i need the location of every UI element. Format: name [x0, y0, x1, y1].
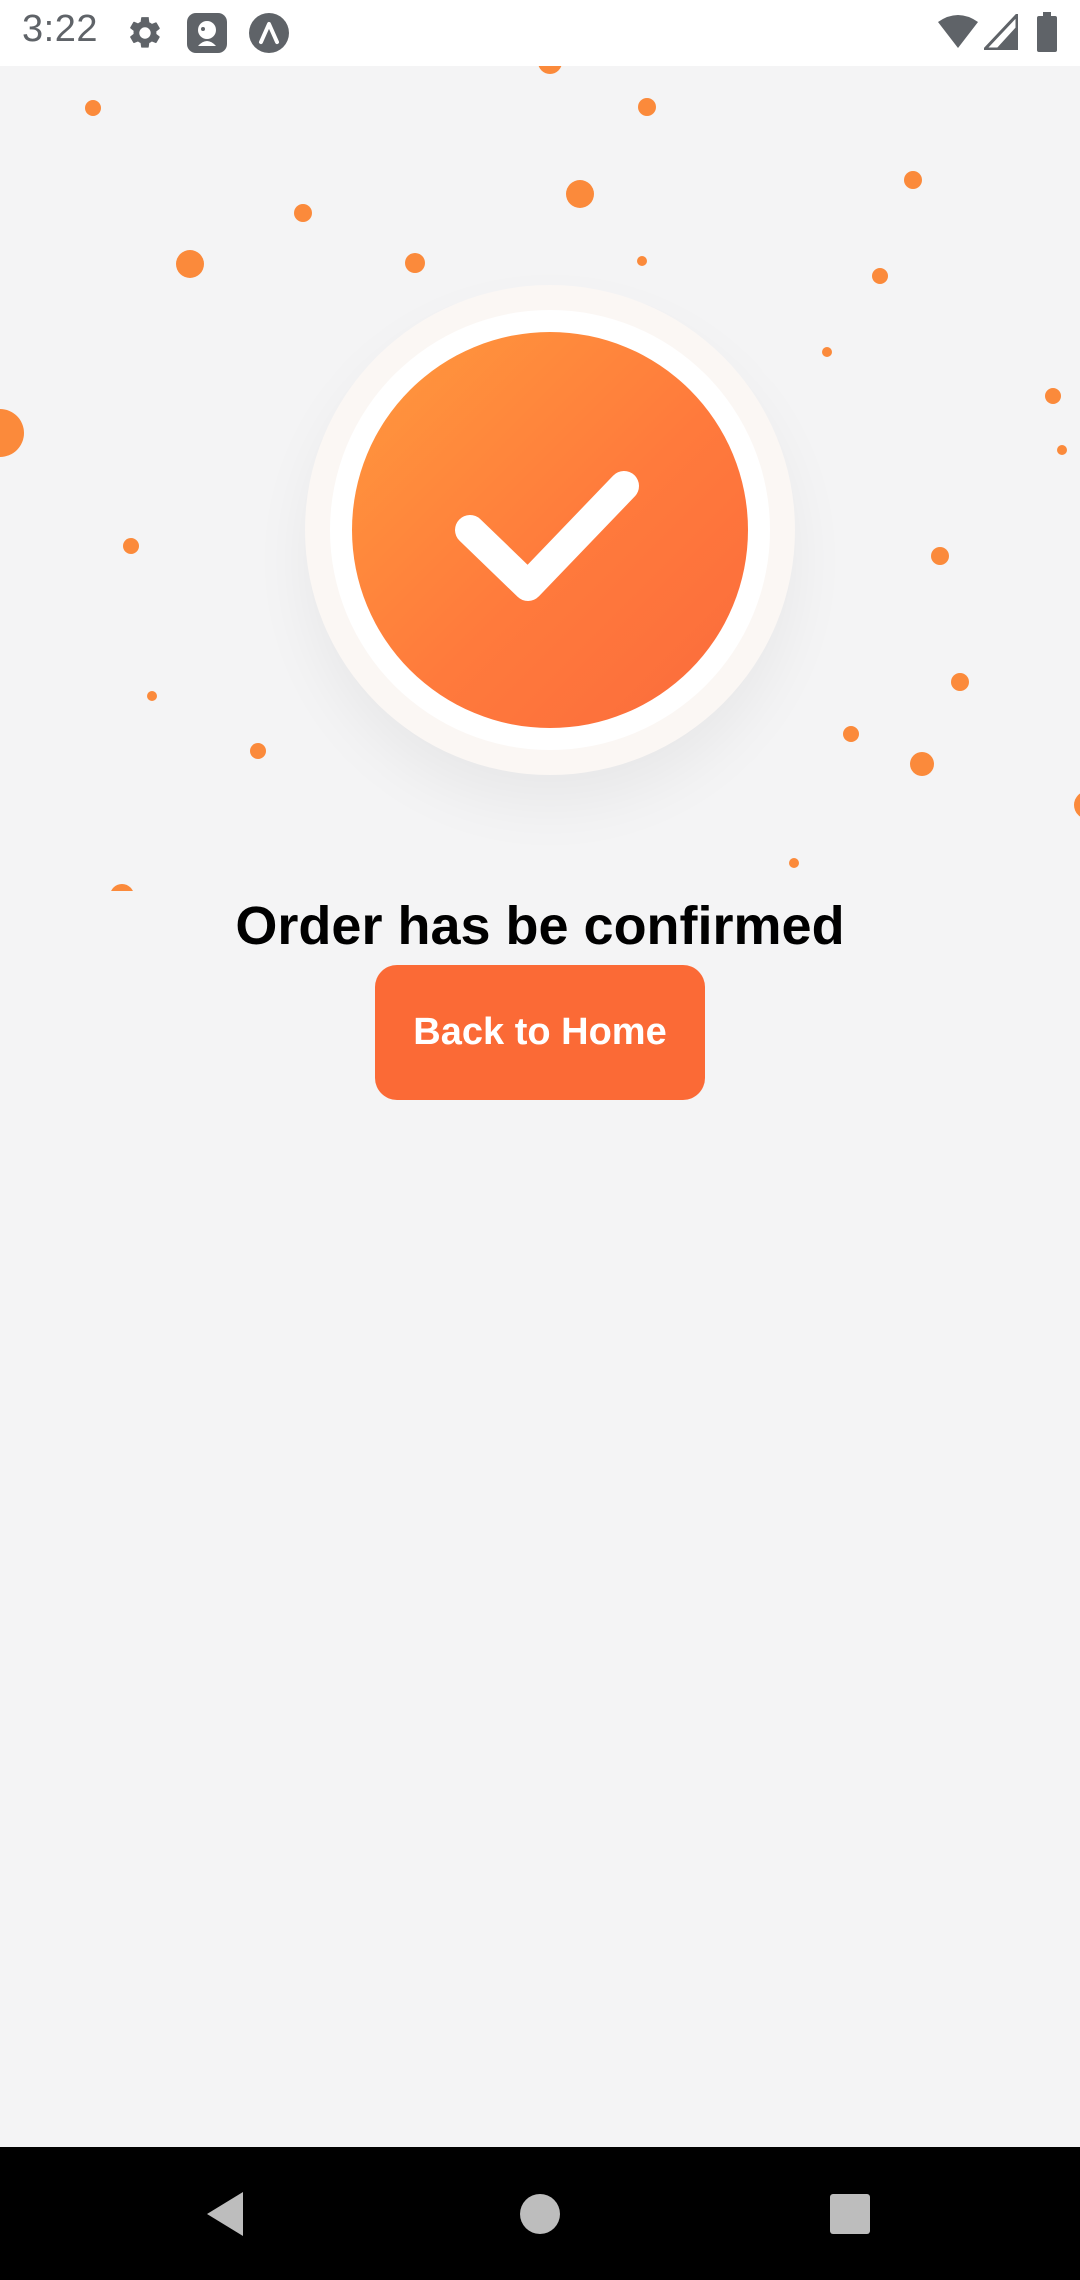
- lambda-notification-icon: [249, 13, 289, 53]
- status-time: 3:22: [22, 8, 98, 50]
- navigation-bar: [0, 2147, 1080, 2280]
- back-to-home-button[interactable]: Back to Home: [375, 965, 705, 1100]
- signal-icon: [984, 14, 1018, 50]
- confirmation-title: Order has be confirmed: [235, 896, 845, 956]
- check-icon: [455, 471, 639, 601]
- recents-icon: [830, 2193, 870, 2234]
- recents-button[interactable]: [775, 2147, 925, 2280]
- back-button[interactable]: [150, 2147, 300, 2280]
- back-icon: [207, 2191, 243, 2236]
- app-notification-icon: [187, 13, 227, 53]
- battery-icon: [1037, 12, 1057, 52]
- status-bar: 3:22: [0, 0, 1080, 66]
- wifi-icon: [938, 15, 978, 48]
- order-confirmation-screen: 3:22 Order has be confirmed Back to Home: [0, 0, 1080, 2280]
- home-icon: [520, 2193, 560, 2234]
- home-button[interactable]: [465, 2147, 615, 2280]
- gear-icon: [130, 17, 160, 48]
